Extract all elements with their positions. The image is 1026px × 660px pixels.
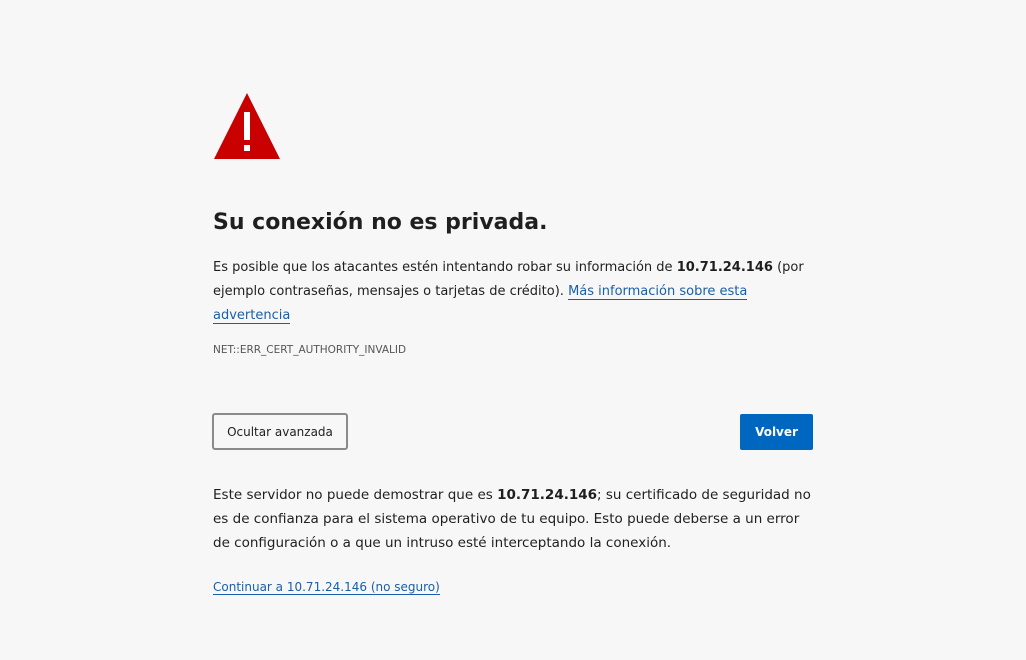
details-host: 10.71.24.146 (497, 487, 598, 503)
proceed-unsafe-link[interactable]: Continuar a 10.71.24.146 (no seguro) (213, 580, 440, 595)
hide-advanced-button[interactable]: Ocultar avanzada (212, 413, 348, 450)
advanced-details-text: Este servidor no puede demostrar que es … (213, 483, 813, 555)
error-content: Su conexión no es privada. Es posible qu… (212, 92, 813, 596)
details-text-start: Este servidor no puede demostrar que es (213, 487, 498, 503)
page-title: Su conexión no es privada. (213, 210, 548, 235)
warning-triangle-icon (214, 93, 280, 159)
interstitial-page: Su conexión no es privada. Es posible qu… (0, 0, 1026, 660)
intro-text-start: Es posible que los atacantes estén inten… (213, 260, 677, 275)
intro-host: 10.71.24.146 (676, 260, 773, 275)
button-row: Ocultar avanzada Volver (212, 413, 813, 451)
back-button[interactable]: Volver (740, 414, 813, 450)
proceed-container: Continuar a 10.71.24.146 (no seguro) (213, 578, 813, 596)
intro-text: Es posible que los atacantes estén inten… (213, 256, 813, 328)
error-code: NET::ERR_CERT_AUTHORITY_INVALID (213, 344, 407, 356)
